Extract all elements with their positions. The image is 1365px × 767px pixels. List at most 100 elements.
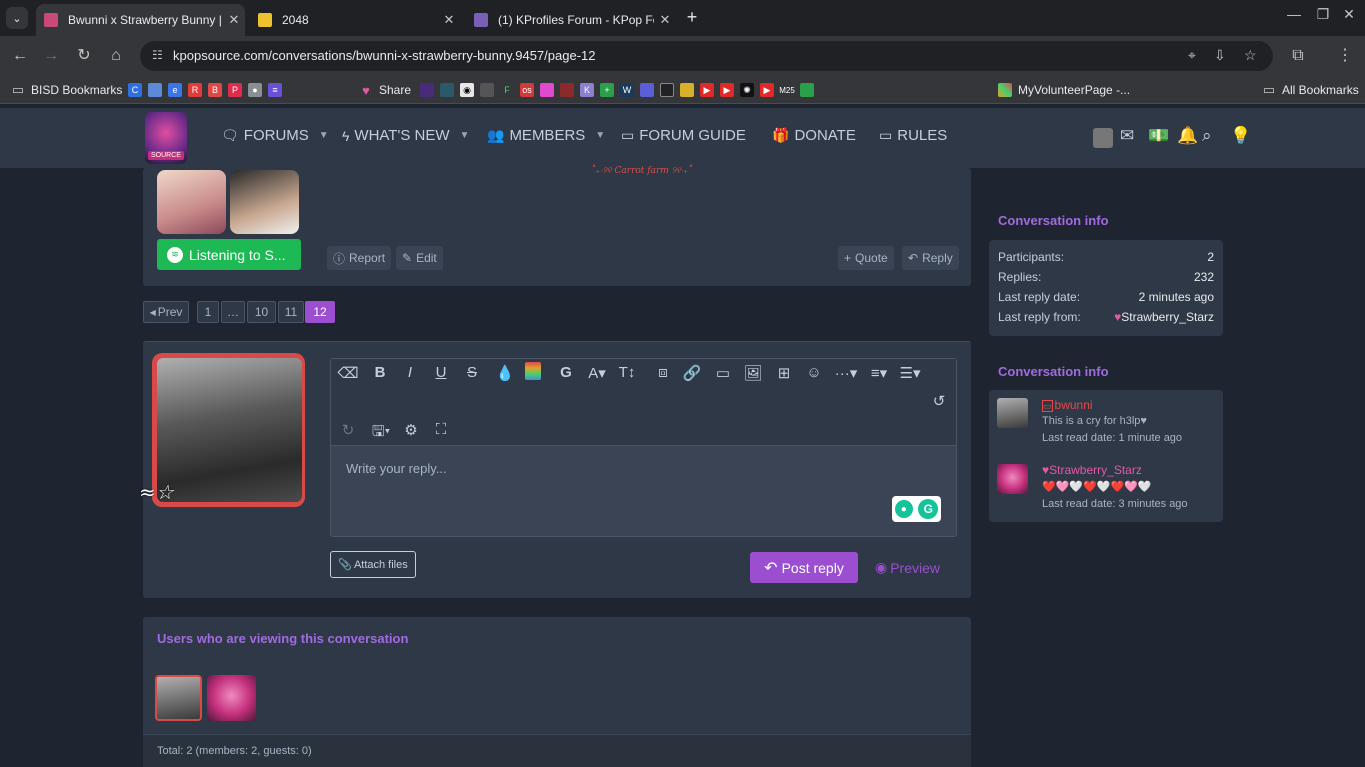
menu-icon[interactable]: ⋮ <box>1334 45 1356 67</box>
bookmark-icons-row-2[interactable]: ◉ F os K + W ▶ ▶ ✺ ▶ M25 <box>420 81 820 99</box>
smiley-icon[interactable]: ☺ <box>803 364 825 381</box>
location-icon[interactable]: ⌖ <box>1188 47 1196 64</box>
nav-rules[interactable]: ▭ RULES <box>879 127 947 144</box>
page-11-link[interactable]: 11 <box>278 301 304 323</box>
attach-files-button[interactable]: 📎 Attach files <box>330 551 416 578</box>
nav-forums[interactable]: 🗨 FORUMS ▼ <box>221 127 329 144</box>
install-icon[interactable]: ⇩ <box>1214 47 1226 64</box>
close-icon[interactable]: ✕ <box>438 12 460 28</box>
page-12-current[interactable]: 12 <box>305 301 335 323</box>
mail-icon[interactable]: ✉ <box>1120 126 1134 146</box>
post-reply-button[interactable]: ↶ Post reply <box>750 552 858 583</box>
forward-icon[interactable]: → <box>40 45 62 67</box>
more-options-icon[interactable]: ···▾ <box>833 364 859 382</box>
user-avatar[interactable] <box>1093 128 1113 148</box>
site-info-icon[interactable]: ☷ <box>152 48 163 62</box>
grammarly-widget[interactable]: ● G <box>892 496 941 522</box>
tab-bwunni[interactable]: Bwunni x Strawberry Bunny | K ✕ <box>36 4 245 36</box>
address-bar[interactable]: ☷ kpopsource.com/conversations/bwunni-x-… <box>140 41 1273 71</box>
edit-button[interactable]: ✎ Edit <box>396 246 443 270</box>
fullscreen-icon[interactable]: ⛶ <box>430 421 452 438</box>
page-1-link[interactable]: 1 <box>197 301 219 323</box>
bell-icon[interactable]: 🔔 <box>1177 126 1198 146</box>
link-icon[interactable]: 🔗 <box>681 364 703 382</box>
url-text[interactable]: kpopsource.com/conversations/bwunni-x-st… <box>173 48 595 63</box>
site-logo[interactable]: SOURCE <box>145 112 187 164</box>
align-icon[interactable]: ≡▾ <box>866 364 892 382</box>
viewer-avatar-bwunni[interactable] <box>155 675 202 721</box>
spotify-listening-button[interactable]: ≋ Listening to S... <box>157 239 301 270</box>
page-10-link[interactable]: 10 <box>247 301 276 323</box>
nav-whats-new[interactable]: ϟ WHAT'S NEW ▼ <box>342 127 469 144</box>
font-family-icon[interactable]: A▾ <box>586 364 608 382</box>
participant-avatar[interactable] <box>997 464 1028 494</box>
minimize-button[interactable]: — <box>1284 6 1304 22</box>
image-icon[interactable]: 🖼 <box>742 364 764 382</box>
extensions-icon[interactable]: ⧉ <box>1287 45 1309 67</box>
home-icon[interactable]: ⌂ <box>105 45 127 67</box>
close-icon[interactable]: ✕ <box>654 12 676 28</box>
close-icon[interactable]: ✕ <box>223 12 245 28</box>
redo-icon[interactable]: ↻ <box>337 421 359 439</box>
undo-icon[interactable]: ↺ <box>928 392 950 410</box>
bookmark-volunteer[interactable]: MyVolunteerPage -... <box>998 81 1130 99</box>
back-icon[interactable]: ← <box>9 45 31 67</box>
reply-textarea-placeholder[interactable]: Write your reply... <box>346 461 447 476</box>
viewers-total: Total: 2 (members: 2, guests: 0) <box>157 745 312 757</box>
color-drop-icon[interactable]: 💧 <box>494 364 516 382</box>
restore-button[interactable]: ❐ <box>1313 6 1333 23</box>
drafts-icon[interactable]: 🖫▾ <box>368 421 394 446</box>
underline-icon[interactable]: U <box>430 364 452 381</box>
quote-button[interactable]: + Quote <box>838 246 894 270</box>
bookmark-bisd[interactable]: ▭ BISD Bookmarks <box>11 81 123 99</box>
all-bookmarks[interactable]: ▭ All Bookmarks <box>1262 81 1359 99</box>
rich-text-editor[interactable]: ⌫ B I U S 💧 G A▾ T↕ ⧈ 🔗 ▭ 🖼 ⊞ ☺ ···▾ ≡▾ … <box>330 358 957 537</box>
participants-box: ▭ bwunni This is a cry for h3lp♥ Last rea… <box>989 390 1223 522</box>
italic-icon[interactable]: I <box>399 364 421 381</box>
tab-kprofiles[interactable]: (1) KProfiles Forum - KPop For ✕ <box>466 4 676 36</box>
strikethrough-icon[interactable]: S <box>461 364 483 381</box>
member-photo <box>230 170 299 234</box>
participant-name-link[interactable]: ♥Strawberry_Starz <box>1042 463 1142 477</box>
settings-gear-icon[interactable]: ⚙ <box>400 421 422 439</box>
google-font-icon[interactable]: G <box>555 364 577 381</box>
site-nav: SOURCE 🗨 FORUMS ▼ ϟ WHAT'S NEW ▼ 👥 MEMBERS ▼ ▭… <box>0 108 1365 168</box>
tab-search-button[interactable]: ⌄ <box>6 7 28 29</box>
preview-button[interactable]: ◉ Preview <box>875 559 940 576</box>
search-icon[interactable]: ⌕ <box>1202 126 1212 146</box>
bookmark-icons-row[interactable]: C e R B P ● ≡ <box>128 81 288 99</box>
report-button[interactable]: ⓘ Report <box>327 246 392 270</box>
badge-icon: ▭ <box>1042 400 1053 412</box>
participant-avatar[interactable] <box>997 398 1028 428</box>
bookmark-share[interactable]: ♥ Share <box>359 81 411 99</box>
nav-donate[interactable]: 🎁 DONATE <box>772 127 856 144</box>
participant-name-link[interactable]: ▭ bwunni <box>1042 398 1093 412</box>
font-size-icon[interactable]: T↕ <box>616 364 638 381</box>
bookmark-star-icon[interactable]: ☆ <box>1244 47 1257 64</box>
reload-icon[interactable]: ↻ <box>73 45 95 67</box>
video-icon[interactable]: ▭ <box>712 364 734 382</box>
lightbulb-icon[interactable]: 💡 <box>1230 126 1251 146</box>
bold-icon[interactable]: B <box>369 364 391 381</box>
info-last-reply-date: Last reply date: 2 minutes ago <box>998 290 1214 304</box>
folder-icon: ▭ <box>621 127 635 143</box>
last-reply-user-link[interactable]: ♥Strawberry_Starz <box>1114 310 1214 324</box>
money-icon[interactable]: 💵 <box>1148 126 1169 146</box>
page-skip-link[interactable]: … <box>221 301 245 323</box>
tab-2048[interactable]: 2048 ✕ <box>250 4 460 36</box>
close-window-button[interactable]: ✕ <box>1339 6 1359 23</box>
grammarly-icon: G <box>918 499 939 519</box>
spotify-icon: ≋ <box>167 246 183 263</box>
gradient-icon[interactable] <box>525 362 541 380</box>
insert-code-icon[interactable]: ⧈ <box>652 364 674 381</box>
prev-page-button[interactable]: ◀ Prev <box>143 301 189 323</box>
new-tab-button[interactable]: + <box>682 7 702 28</box>
eraser-icon[interactable]: ⌫ <box>337 364 359 382</box>
nav-members[interactable]: 👥 MEMBERS ▼ <box>487 127 605 144</box>
reply-button[interactable]: ↶ Reply <box>902 246 959 270</box>
viewer-avatar-strawberry[interactable] <box>207 675 256 721</box>
site-favicon-icon <box>44 13 58 27</box>
table-icon[interactable]: ⊞ <box>773 364 795 382</box>
nav-forum-guide[interactable]: ▭ FORUM GUIDE <box>621 127 746 144</box>
list-icon[interactable]: ☰▾ <box>897 364 923 382</box>
